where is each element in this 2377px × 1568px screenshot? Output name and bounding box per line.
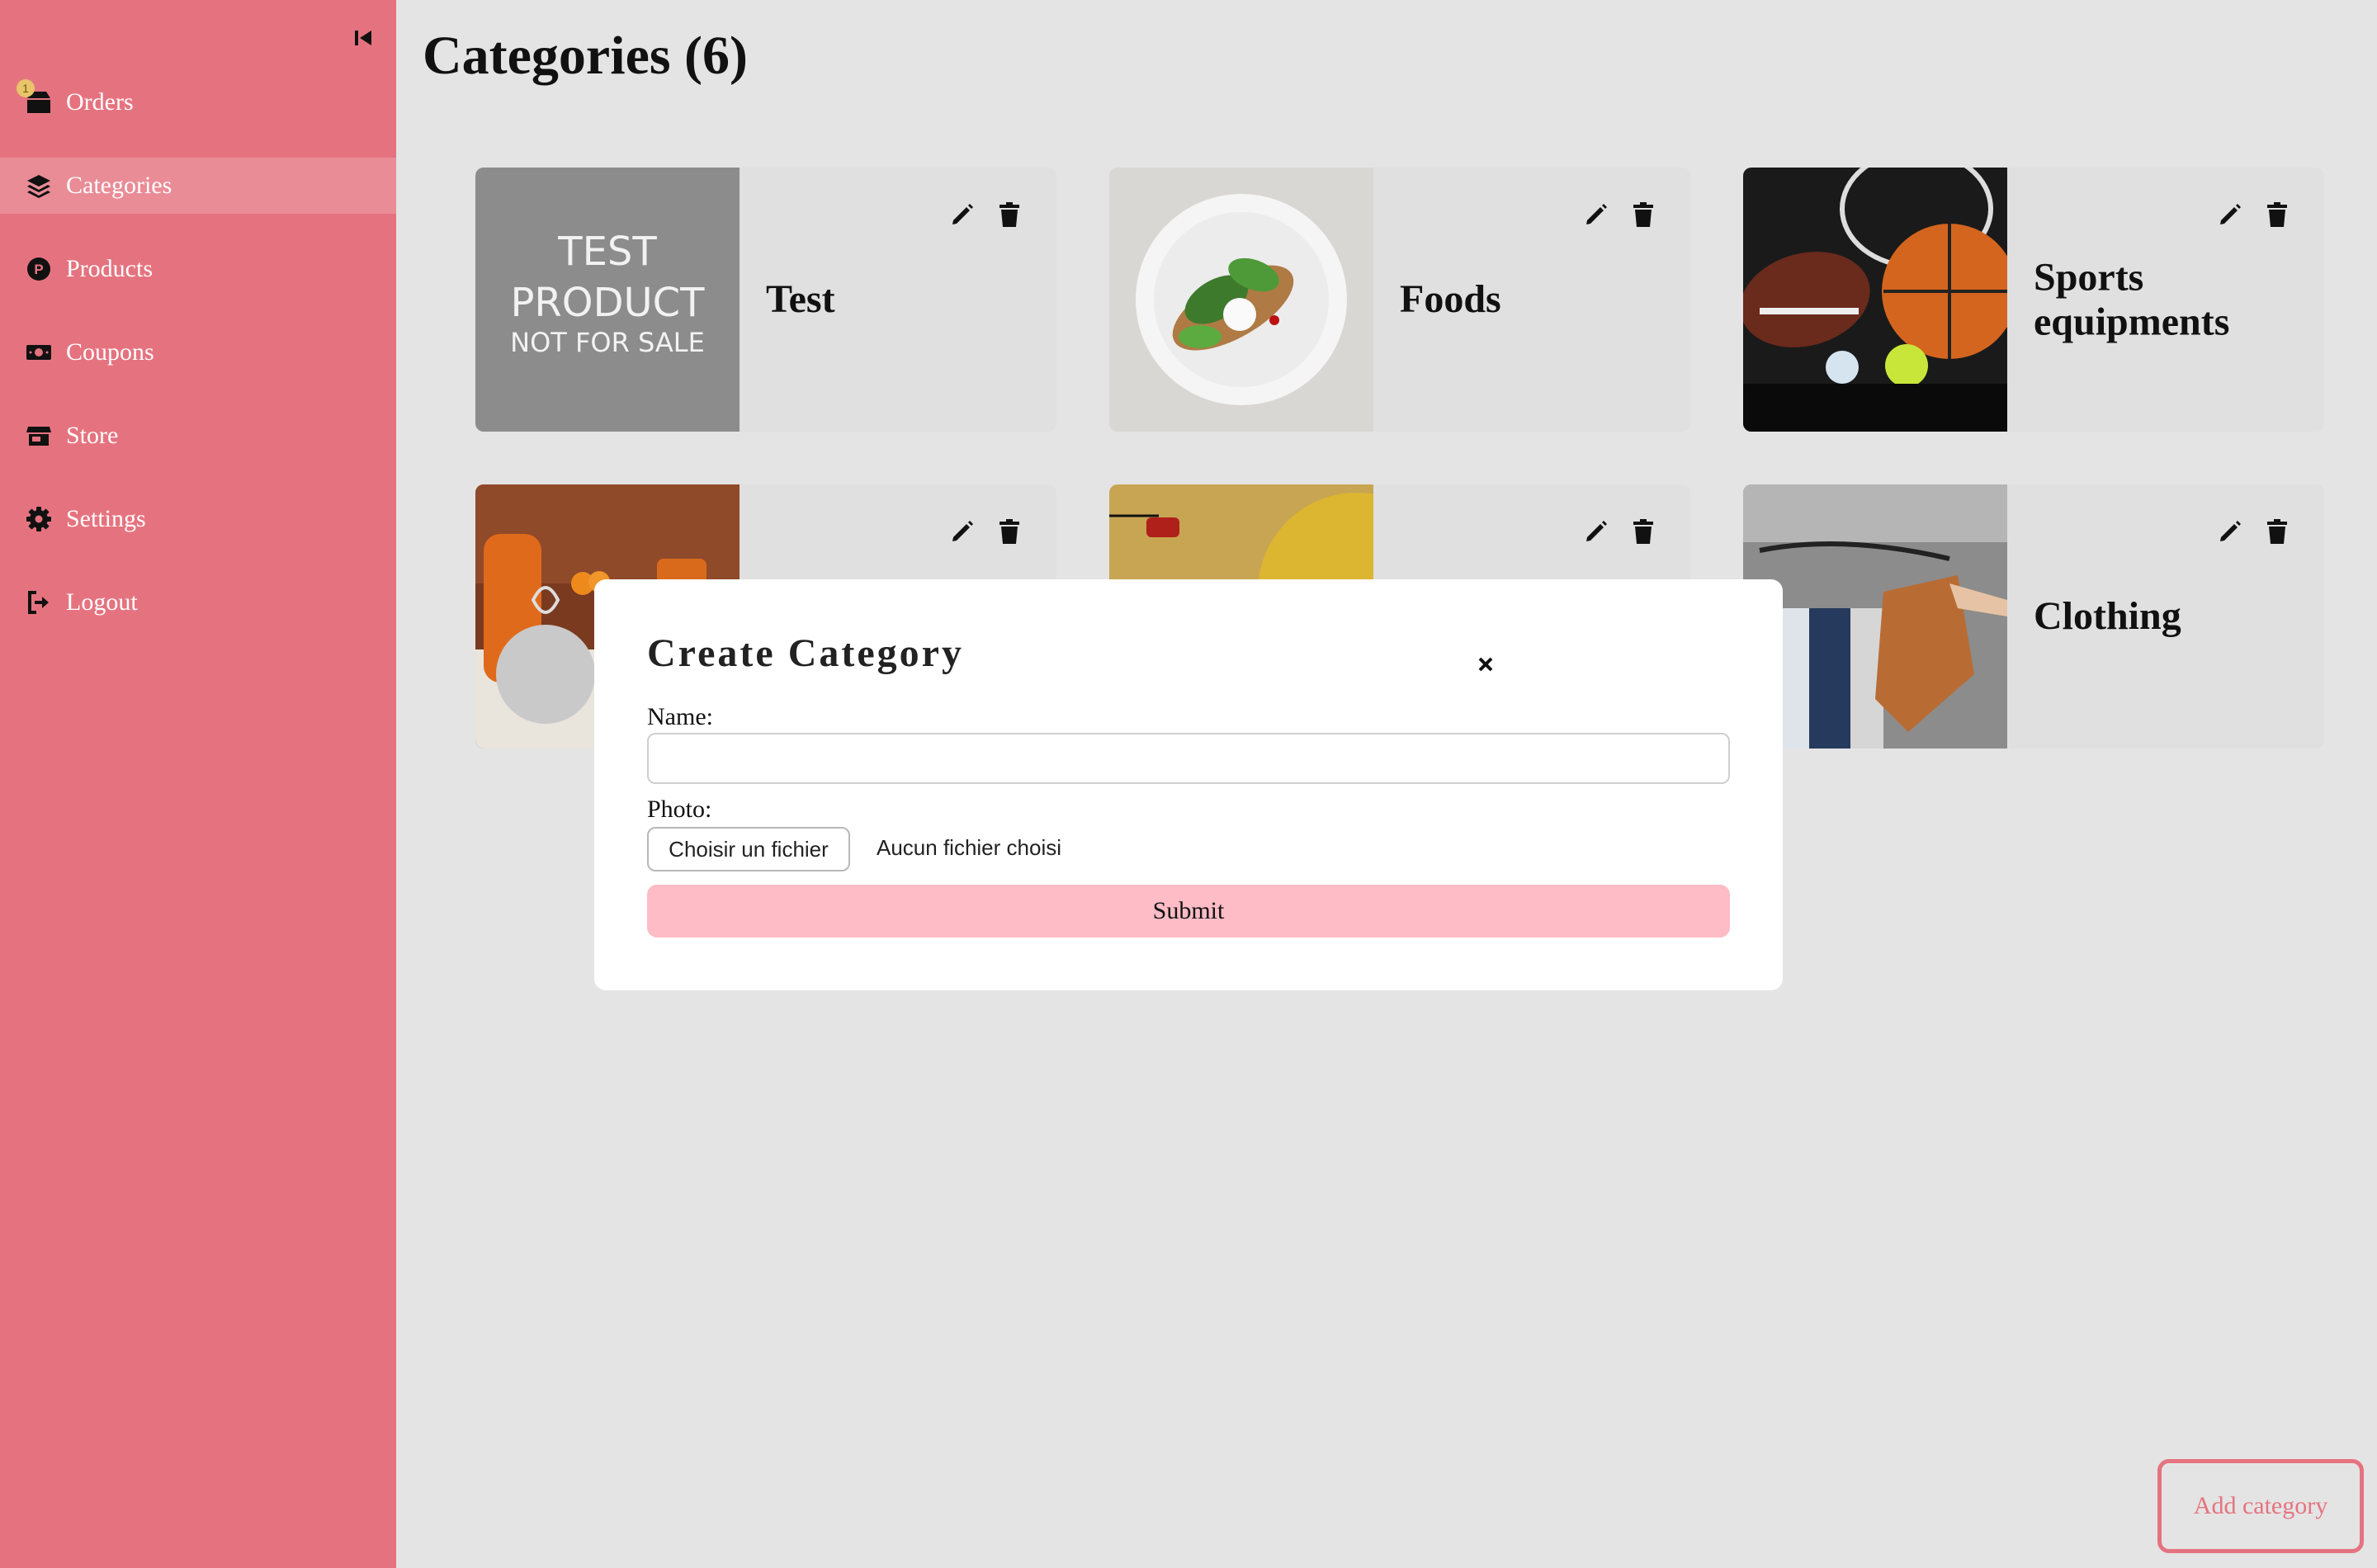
sidebar-item-label: Categories — [66, 172, 172, 199]
sidebar-item-label: Products — [66, 255, 153, 282]
sidebar-item-label: Logout — [66, 588, 138, 616]
sidebar-item-label: Orders — [66, 88, 134, 116]
category-card-test[interactable]: TEST PRODUCT NOT FOR SALE Test — [475, 168, 1056, 432]
sidebar-item-coupons[interactable]: Coupons — [0, 324, 396, 380]
product-circle-icon: P — [25, 255, 53, 283]
money-icon — [25, 338, 53, 366]
name-input[interactable] — [647, 733, 1730, 784]
category-thumbnail — [1109, 168, 1373, 432]
sidebar: 1 Orders Categories P Products Coupons S… — [0, 0, 396, 1568]
sidebar-item-label: Store — [66, 422, 119, 449]
sidebar-item-label: Settings — [66, 505, 146, 532]
modal-title: Create Category — [647, 631, 964, 675]
gear-icon — [25, 505, 53, 533]
edit-icon[interactable] — [1582, 201, 1610, 229]
trash-icon[interactable] — [995, 201, 1023, 229]
thumb-text-line2: PRODUCT — [510, 280, 705, 326]
logout-icon — [25, 588, 53, 616]
category-name: Sports equipments — [2034, 255, 2230, 343]
trash-icon[interactable] — [2263, 517, 2291, 545]
page-title: Categories (6) — [423, 26, 749, 86]
create-category-modal: Create Category Name: Photo: Choisir un … — [594, 579, 1783, 990]
sidebar-nav: 1 Orders Categories P Products Coupons S… — [0, 74, 396, 658]
sidebar-item-settings[interactable]: Settings — [0, 491, 396, 547]
category-card-clothing[interactable]: Clothing — [1743, 484, 2324, 749]
add-category-button[interactable]: Add category — [2157, 1459, 2364, 1553]
category-name: Foods — [1400, 277, 1501, 322]
edit-icon[interactable] — [2216, 201, 2244, 229]
svg-text:P: P — [34, 262, 43, 277]
category-name: Clothing — [2034, 594, 2181, 639]
category-thumbnail — [1743, 168, 2007, 432]
edit-icon[interactable] — [948, 517, 976, 545]
sidebar-item-products[interactable]: P Products — [0, 241, 396, 297]
sidebar-item-label: Coupons — [66, 338, 154, 366]
trash-icon[interactable] — [995, 517, 1023, 545]
sidebar-item-orders[interactable]: 1 Orders — [0, 74, 396, 130]
thumb-text-line1: TEST — [557, 229, 657, 275]
sidebar-item-store[interactable]: Store — [0, 408, 396, 464]
sidebar-item-logout[interactable]: Logout — [0, 574, 396, 631]
edit-icon[interactable] — [1582, 517, 1610, 545]
store-icon — [25, 422, 53, 450]
trash-icon[interactable] — [1629, 517, 1657, 545]
sidebar-item-categories[interactable]: Categories — [0, 158, 396, 214]
submit-button[interactable]: Submit — [647, 885, 1730, 937]
orders-badge: 1 — [17, 79, 35, 97]
category-thumbnail — [1743, 484, 2007, 749]
category-thumbnail: TEST PRODUCT NOT FOR SALE — [475, 168, 740, 432]
trash-icon[interactable] — [1629, 201, 1657, 229]
trash-icon[interactable] — [2263, 201, 2291, 229]
thumb-text-line3: NOT FOR SALE — [510, 327, 705, 358]
category-name: Test — [766, 277, 835, 322]
file-status: Aucun fichier choisi — [877, 835, 1061, 860]
photo-label: Photo: — [647, 796, 712, 823]
edit-icon[interactable] — [948, 201, 976, 229]
name-label: Name: — [647, 703, 713, 730]
choose-file-button[interactable]: Choisir un fichier — [647, 827, 850, 871]
category-card-foods[interactable]: Foods — [1109, 168, 1690, 432]
close-icon[interactable] — [1470, 649, 1501, 680]
layers-icon — [25, 172, 53, 200]
category-card-sports[interactable]: Sports equipments — [1743, 168, 2324, 432]
collapse-sidebar-icon[interactable] — [352, 26, 375, 50]
edit-icon[interactable] — [2216, 517, 2244, 545]
